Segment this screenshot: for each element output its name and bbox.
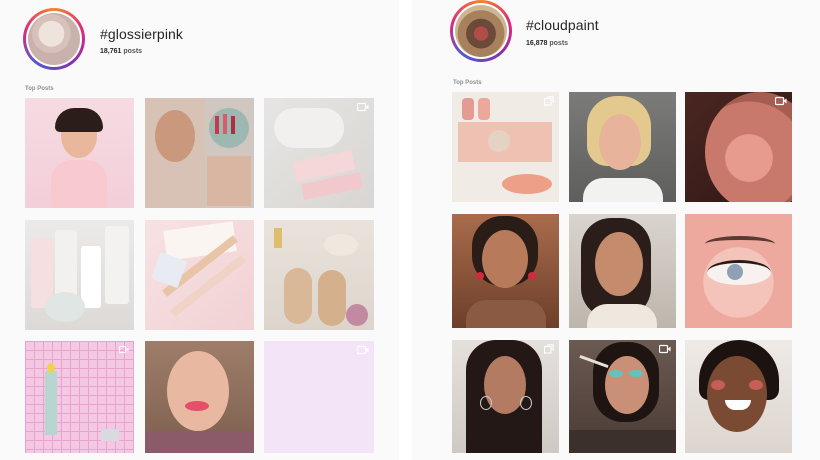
post-tile[interactable] (145, 341, 254, 453)
hashtag-title: #glossierpink (100, 26, 184, 42)
video-icon (659, 344, 671, 354)
post-tile[interactable] (452, 340, 559, 453)
post-tile[interactable] (685, 340, 792, 453)
copy-icon (544, 96, 554, 106)
copy-icon (544, 344, 554, 354)
video-icon (775, 96, 787, 106)
hashtag-title: #cloudpaint (526, 17, 599, 33)
avatar-photo (455, 5, 507, 57)
post-tile[interactable] (569, 340, 676, 453)
top-posts-label: Top Posts (25, 86, 54, 92)
avatar-photo (28, 13, 80, 65)
post-tile[interactable] (264, 341, 374, 453)
post-tile[interactable] (25, 220, 134, 330)
post-tile[interactable] (264, 98, 374, 208)
post-tile[interactable] (452, 214, 559, 328)
hashtag-avatar[interactable] (450, 0, 512, 62)
post-tile[interactable] (452, 92, 559, 202)
right-hashtag-panel: #cloudpaint 16,878 posts Top Posts (412, 0, 820, 460)
top-posts-label: Top Posts (453, 80, 482, 86)
video-icon (119, 345, 129, 354)
left-hashtag-panel: #glossierpink 18,761 posts Top Posts (0, 0, 399, 460)
post-count: 16,878 posts (526, 40, 569, 47)
post-tile[interactable] (264, 220, 374, 330)
video-icon (357, 345, 369, 355)
post-tile[interactable] (145, 220, 254, 330)
video-icon (357, 102, 369, 112)
post-tile[interactable] (569, 92, 676, 202)
post-count: 18,761 posts (100, 48, 143, 55)
hashtag-avatar[interactable] (23, 8, 85, 70)
post-tile[interactable] (685, 214, 792, 328)
post-tile[interactable] (25, 341, 134, 453)
post-tile[interactable] (569, 214, 676, 328)
post-tile[interactable] (145, 98, 254, 208)
post-tile[interactable] (25, 98, 134, 208)
post-tile[interactable] (685, 92, 792, 202)
